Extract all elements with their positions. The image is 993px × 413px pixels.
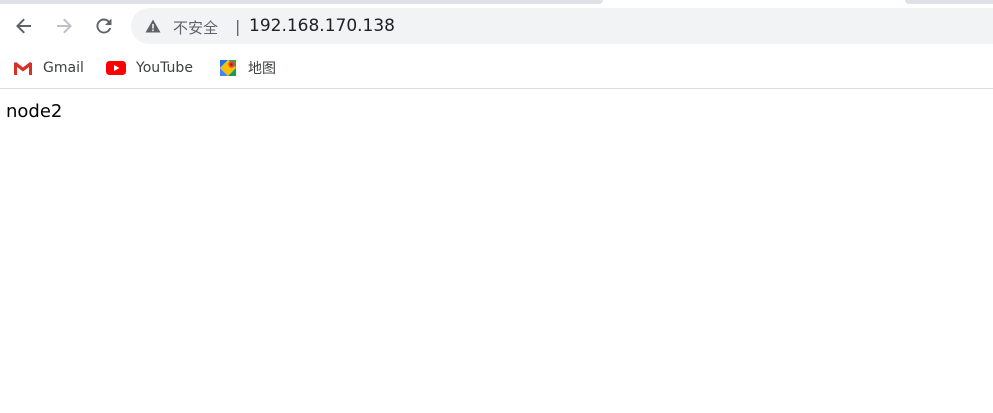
bookmark-label: YouTube xyxy=(136,60,193,76)
toolbar: 不安全 | 192.168.170.138 xyxy=(0,4,993,47)
back-button[interactable] xyxy=(8,10,40,42)
bookmark-label: 地图 xyxy=(248,61,276,77)
browser-window: 不安全 | 192.168.170.138 Gmail YouTube 地图 n… xyxy=(0,0,993,413)
forward-button[interactable] xyxy=(48,10,80,42)
security-status-label[interactable]: 不安全 xyxy=(173,17,218,38)
arrow-left-icon xyxy=(16,18,31,34)
warning-triangle-icon[interactable] xyxy=(145,18,161,34)
gmail-icon xyxy=(13,60,33,76)
url-text[interactable]: 192.168.170.138 xyxy=(249,16,395,36)
page-body-text: node2 xyxy=(6,101,63,122)
bookmarks-bar: Gmail YouTube 地图 xyxy=(0,47,993,89)
maps-icon xyxy=(218,60,238,76)
url-separator: | xyxy=(235,17,241,36)
reload-icon xyxy=(96,18,112,34)
bookmark-label: Gmail xyxy=(43,60,84,76)
arrow-right-icon xyxy=(57,18,72,34)
youtube-icon xyxy=(106,60,126,76)
page-content: node2 xyxy=(6,101,62,122)
reload-button[interactable] xyxy=(88,10,120,42)
bookmark-youtube[interactable]: YouTube xyxy=(106,57,193,79)
address-bar[interactable]: 不安全 | 192.168.170.138 xyxy=(131,8,993,44)
bookmark-gmail[interactable]: Gmail xyxy=(13,57,84,79)
bookmark-maps[interactable]: 地图 xyxy=(218,57,276,79)
